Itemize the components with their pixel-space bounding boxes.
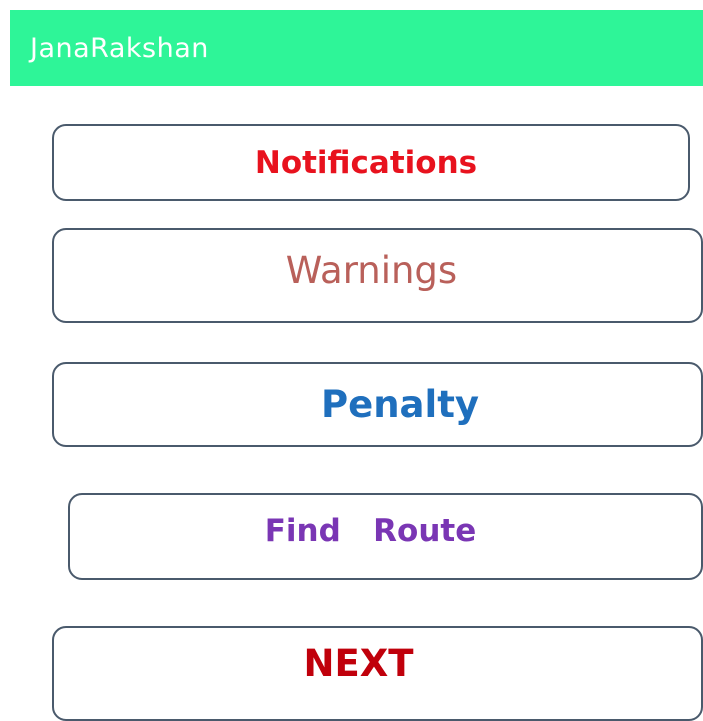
app-bar: JanaRakshan xyxy=(10,10,703,86)
find-route-label: Find Route xyxy=(264,512,477,549)
next-button[interactable]: NEXT xyxy=(52,626,703,721)
warnings-label: Warnings xyxy=(285,249,458,292)
next-label: NEXT xyxy=(303,642,414,685)
penalty-button[interactable]: Penalty xyxy=(52,362,703,447)
find-route-button[interactable]: Find Route xyxy=(68,493,703,580)
app-title: JanaRakshan xyxy=(30,32,209,64)
notifications-button[interactable]: Notifications xyxy=(52,124,690,201)
notifications-label: Notifications xyxy=(254,144,478,181)
penalty-label: Penalty xyxy=(320,383,479,426)
warnings-button[interactable]: Warnings xyxy=(52,228,703,323)
